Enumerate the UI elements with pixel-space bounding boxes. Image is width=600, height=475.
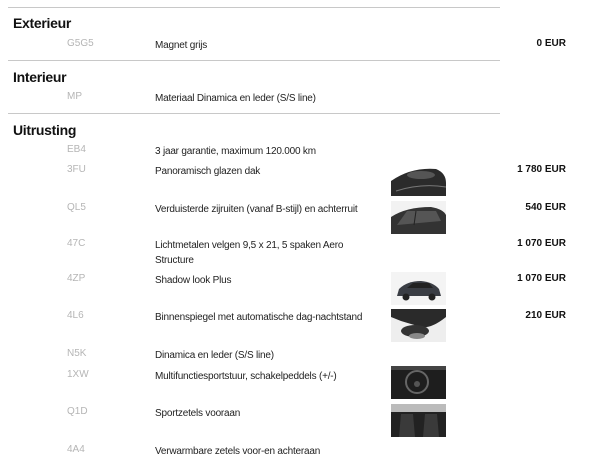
- option-description: Shadow look Plus: [155, 275, 232, 286]
- tinted-windows-photo: [391, 201, 446, 234]
- divider: [8, 113, 500, 114]
- option-description: 3 jaar garantie, maximum 120.000 km: [155, 146, 316, 157]
- option-code: 1XW: [67, 369, 89, 380]
- option-row: 1XW Multifunctiesportstuur, schakelpedde…: [0, 369, 600, 389]
- option-code: 4L6: [67, 310, 84, 321]
- option-description: Magnet grijs: [155, 40, 208, 51]
- option-code: 3FU: [67, 164, 86, 175]
- mirror-photo: [391, 309, 446, 342]
- divider: [8, 60, 500, 61]
- option-code: N5K: [67, 348, 87, 359]
- option-row: EB4 3 jaar garantie, maximum 120.000 km: [0, 144, 600, 164]
- sport-seats-photo: [391, 404, 446, 437]
- option-price: 540 EUR: [525, 202, 566, 213]
- option-code: Q1D: [67, 406, 88, 417]
- car-exterior-photo: [391, 272, 446, 305]
- option-price: 210 EUR: [525, 310, 566, 321]
- option-price: 1 780 EUR: [517, 164, 566, 175]
- option-code: QL5: [67, 202, 86, 213]
- option-code: G5G5: [67, 38, 94, 49]
- option-row: QL5 Verduisterde zijruiten (vanaf B-stij…: [0, 202, 600, 222]
- option-description: Sportzetels vooraan: [155, 408, 241, 419]
- section-title-uitrusting: Uitrusting: [13, 122, 77, 138]
- steering-wheel-photo: [391, 366, 446, 399]
- option-description: Panoramisch glazen dak: [155, 166, 261, 177]
- option-description: Dinamica en leder (S/S line): [155, 350, 274, 361]
- option-price: 0 EUR: [536, 38, 566, 49]
- option-row: Q1D Sportzetels vooraan: [0, 406, 600, 426]
- option-code: 47C: [67, 238, 86, 249]
- option-code: 4ZP: [67, 273, 86, 284]
- option-code: EB4: [67, 144, 86, 155]
- option-description: Multifunctiesportstuur, schakelpeddels (…: [155, 371, 337, 382]
- section-title-interieur: Interieur: [13, 69, 67, 85]
- option-row: MP Materiaal Dinamica en leder (S/S line…: [0, 91, 600, 111]
- option-price: 1 070 EUR: [517, 273, 566, 284]
- section-title-exterieur: Exterieur: [13, 15, 71, 31]
- option-description: Verduisterde zijruiten (vanaf B-stijl) e…: [155, 204, 358, 215]
- option-row: 47C Lichtmetalen velgen 9,5 x 21, 5 spak…: [0, 238, 600, 266]
- option-description: Materiaal Dinamica en leder (S/S line): [155, 93, 316, 104]
- option-row: 4L6 Binnenspiegel met automatische dag-n…: [0, 310, 600, 330]
- option-price: 1 070 EUR: [517, 238, 566, 249]
- divider: [8, 7, 500, 8]
- option-code: 4A4: [67, 444, 85, 455]
- option-code: MP: [67, 91, 82, 102]
- option-row: N5K Dinamica en leder (S/S line): [0, 348, 600, 368]
- option-row: G5G5 Magnet grijs 0 EUR: [0, 38, 600, 58]
- option-row: 4ZP Shadow look Plus 1 070 EUR: [0, 273, 600, 293]
- panoramic-roof-photo: [391, 163, 446, 196]
- option-row: 4A4 Verwarmbare zetels voor-en achteraan: [0, 444, 600, 464]
- option-row: 3FU Panoramisch glazen dak 1 780 EUR: [0, 164, 600, 184]
- option-description: Binnenspiegel met automatische dag-nacht…: [155, 312, 363, 323]
- option-description: Verwarmbare zetels voor-en achteraan: [155, 446, 321, 457]
- option-description: Lichtmetalen velgen 9,5 x 21, 5 spaken A…: [155, 240, 344, 266]
